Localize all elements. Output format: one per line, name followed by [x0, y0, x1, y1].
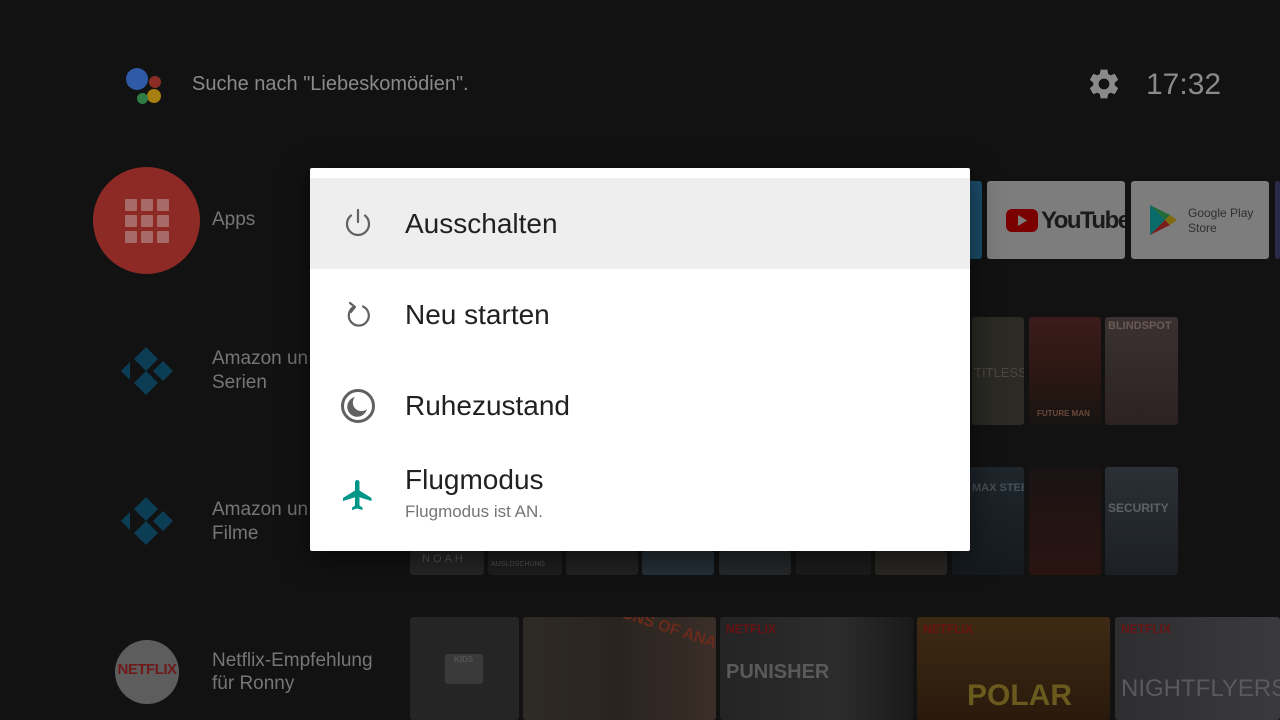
menu-item-label: Ausschalten [405, 208, 558, 239]
google-play-icon [1150, 205, 1177, 235]
google-play-store-tile[interactable]: Google Play Store [1131, 181, 1269, 259]
menu-item-ruhezustand[interactable]: Ruhezustand [310, 360, 970, 451]
poster-security[interactable]: SECURITY [1105, 467, 1178, 575]
menu-item-label: Neu starten [405, 299, 550, 330]
poster-title: BLINDSPOT [1108, 320, 1172, 332]
poster-kids[interactable]: KIDS [410, 617, 519, 720]
menu-item-label: Ruhezustand [405, 390, 571, 421]
netflix-icon[interactable]: NETFLIX [115, 640, 179, 704]
poster[interactable] [566, 551, 638, 575]
row-label-filme-line1: Amazon un [212, 499, 309, 520]
google-play-label-line1: Google Play [1188, 206, 1254, 220]
poster[interactable] [796, 551, 871, 575]
poster-title: SECURITY [1108, 501, 1169, 515]
row-label-serien-line2: Serien [212, 372, 267, 393]
poster-title: TITLESS [974, 365, 1024, 380]
restart-icon [347, 301, 370, 327]
power-icon [345, 208, 371, 237]
row-label-netflix-line1: Netflix-Empfehlung [212, 650, 373, 671]
menu-item-sublabel: Flugmodus ist AN. [405, 502, 543, 521]
poster[interactable] [875, 551, 947, 575]
row-label-filme-line2: Filme [212, 523, 259, 544]
power-menu-dialog: Ausschalten Neu starten Ruhezustand Flug… [310, 168, 970, 551]
apps-grid-icon [125, 199, 169, 243]
row-label-serien-line1: Amazon un [212, 348, 309, 369]
netflix-icon-text: NETFLIX [117, 661, 178, 678]
google-play-label-line2: Store [1188, 221, 1217, 235]
poster-nightflyers[interactable]: NETFLIX NIGHTFLYERS [1115, 617, 1280, 720]
poster-titless[interactable]: TITLESS [972, 317, 1024, 425]
poster[interactable] [719, 551, 791, 575]
menu-item-ausschalten[interactable]: Ausschalten [310, 178, 970, 269]
youtube-icon [1006, 209, 1038, 232]
menu-item-flugmodus[interactable]: Flugmodus Flugmodus ist AN. [310, 451, 970, 551]
clock: 17:32 [1146, 68, 1222, 101]
poster-polar[interactable]: NETFLIX POLAR [917, 617, 1110, 720]
poster-future-man[interactable]: FUTURE MAN [1029, 317, 1101, 425]
airplane-icon [343, 480, 372, 510]
poster-blindspot[interactable]: BLINDSPOT [1105, 317, 1178, 425]
menu-item-neu-starten[interactable]: Neu starten [310, 269, 970, 360]
poster-title: KIDS [454, 655, 474, 664]
search-hint[interactable]: Suche nach "Liebeskomödien". [192, 73, 469, 96]
poster-title: PUNISHER [726, 661, 830, 683]
menu-item-label: Flugmodus [405, 464, 544, 495]
poster[interactable] [1029, 467, 1101, 575]
poster-netflix-badge: NETFLIX [726, 622, 776, 636]
poster-netflix-badge: NETFLIX [923, 622, 973, 636]
row-label-netflix-line2: für Ronny [212, 673, 295, 694]
poster-noah[interactable]: NOAH [410, 551, 484, 575]
sleep-moon-icon [341, 389, 375, 423]
poster-title: SONS OF ANARCHY [608, 617, 716, 666]
poster-title: AUSLÖSCHUNG [491, 561, 546, 568]
youtube-label: YouTube [1041, 207, 1125, 234]
kodi-icon[interactable] [121, 345, 173, 397]
app-tile-partial[interactable] [1275, 181, 1280, 259]
poster-ausloeschung[interactable]: AUSLÖSCHUNG [488, 551, 562, 575]
poster-sons-of-anarchy[interactable]: SONS OF ANARCHY [523, 617, 716, 720]
poster-title: FUTURE MAN [1037, 409, 1090, 418]
poster-title: NOAH [422, 553, 466, 565]
poster-punisher[interactable]: NETFLIX PUNISHER [720, 617, 913, 720]
poster[interactable] [642, 551, 714, 575]
poster-title: MAX STEEL [972, 482, 1024, 494]
youtube-tile[interactable]: YouTube [987, 181, 1125, 259]
apps-button[interactable] [93, 167, 200, 274]
poster-title: POLAR [967, 679, 1072, 712]
google-assistant-icon[interactable] [124, 66, 168, 106]
gear-icon[interactable] [1086, 66, 1122, 102]
poster-title: NIGHTFLYERS [1121, 675, 1280, 702]
kodi-icon[interactable] [121, 495, 173, 547]
poster-netflix-badge: NETFLIX [1121, 622, 1171, 636]
row-label-apps: Apps [212, 209, 256, 230]
